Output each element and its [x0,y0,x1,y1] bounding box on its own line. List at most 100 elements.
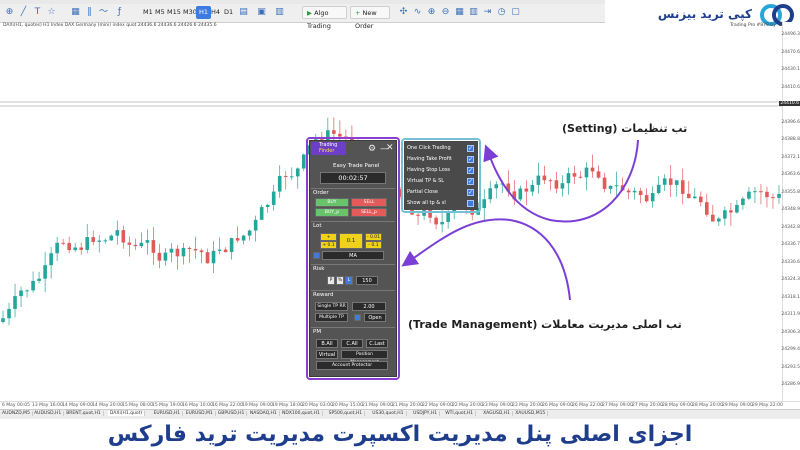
sell-pending-button[interactable]: SELL_p [351,208,387,217]
lot-value-field[interactable]: 0.1 [339,233,363,249]
buy-pending-button[interactable]: BUY_p [315,208,349,217]
settings-gear-icon[interactable]: ⚙ [368,144,376,154]
candle-body [289,176,294,178]
candle-body [253,219,258,231]
new-order-button[interactable]: + New Order [350,6,390,30]
lot-mode-toggle[interactable] [313,252,320,259]
shift-icon[interactable]: ⇥ [482,7,493,18]
time-label: 22 May 09:00 [422,403,453,408]
chart-tab[interactable]: EURUSD,H1 [152,411,184,416]
candle-body [265,204,270,208]
time-label: 23 May 20:00 [512,403,543,408]
trade-management-annotation: تب اصلی مدیریت معاملات (Trade Management… [408,318,682,331]
chart-tab[interactable]: NASDAQ,H1 [248,411,280,416]
chart-tab[interactable]: USDJPY,H1 [411,411,441,416]
time-label: 19 May 18:00 [272,403,303,408]
setting-annotation: تب تنظیمات (Setting) [562,122,688,135]
candle-body [25,290,29,292]
risk-value-field[interactable]: 150 [356,276,378,285]
lot-mode-field[interactable]: MA [322,251,384,260]
sell-button[interactable]: SELL [351,198,387,207]
chart-tab[interactable]: XAGUSD,H1 [481,411,513,416]
candle-body [241,235,246,241]
close-all-button[interactable]: C.All [341,339,363,348]
lot-plus-001-button[interactable]: + 0.01 [320,233,337,247]
close-icon[interactable]: ✕ [386,143,394,153]
chart-tab[interactable]: XAUUSD,M15 [513,411,549,416]
tile-icon[interactable]: ▦ [454,7,465,18]
indicator-icon[interactable]: ƒ [114,7,125,18]
chart-line-icon[interactable]: 〜 [98,7,109,18]
open-button[interactable]: Open [364,313,386,322]
candle-body [771,197,775,199]
chart-tab[interactable]: BRENT,quot,H1 [64,411,104,416]
time-label: 26 May 09:00 [542,403,573,408]
candle-body [777,193,781,198]
candle-body [109,235,114,241]
chart-tab[interactable]: US30,quot,H1 [370,411,407,416]
candle-body [747,191,751,199]
candle-body [67,242,71,251]
candles-icon[interactable]: ‖ [84,7,95,18]
logo-line2: Finder [319,148,335,154]
grid-icon[interactable]: ▦ [70,7,81,18]
lot-plus-01-button[interactable]: + 0.1 [320,241,337,249]
crosshair-icon[interactable]: ✣ [398,7,409,18]
zoom-in-icon[interactable]: ⊕ [426,7,437,18]
order-label: Order [313,190,329,196]
position-management-button[interactable]: Position Management [341,350,388,365]
candle-body [19,290,23,297]
trade-arrow [401,218,571,301]
candle-body [163,252,168,261]
close-all-buy-button[interactable]: B.All [316,339,338,348]
risk-lot-button[interactable]: L [345,276,353,285]
candle-body [151,240,156,253]
wave-icon[interactable]: ∿ [412,7,423,18]
scroll-icon[interactable]: ▥ [468,7,479,18]
virtual-button[interactable]: Virtual [316,350,338,359]
buy-button[interactable]: BUY [315,198,349,207]
template-icon[interactable]: ▣ [256,7,267,18]
tf-d1[interactable]: D1 [221,6,236,19]
shapes-icon[interactable]: ☆ [46,7,57,18]
period-icon[interactable]: ▤ [238,7,249,18]
divider [311,290,395,291]
risk-points-button[interactable]: P [327,276,335,285]
candle-body [157,252,162,261]
price-label: 24363.6 [781,172,800,177]
lot-minus-01-button[interactable]: - 0.1 [365,241,382,249]
candle-body [735,204,739,213]
candle-body [199,250,204,253]
lot-minus-001-button[interactable]: - 0.01 [365,233,382,241]
candle-body [235,238,240,241]
zoom-out-icon[interactable]: ⊖ [440,7,451,18]
account-protector-button[interactable]: Account Protector [316,361,388,370]
close-last-button[interactable]: C.Last [366,339,388,348]
chart-tab[interactable]: WTI,quot,H1 [443,411,477,416]
chart-tab[interactable]: AUDNZD,M5 [0,411,33,416]
time-label: 16 May 10:00 [182,403,213,408]
screenshot-icon[interactable]: ▢ [510,7,521,18]
candle-body [133,244,138,247]
cursor-icon[interactable]: ⊕ [4,7,15,18]
risk-percent-button[interactable]: % [336,276,344,285]
chart-tab[interactable]: EURUSD,M1 [184,411,216,416]
time-label: 28 May 09:00 [662,403,693,408]
multiple-tp-checkbox[interactable] [354,314,361,321]
candle-body [259,207,264,220]
price-axis: 24496.324470.624430.124410.624404.124396… [779,22,800,402]
algo-trading-button[interactable]: ▶ Algo Trading [302,6,347,30]
chart-tab[interactable]: SP500,quot,H1 [327,411,366,416]
plus-icon: + [355,9,363,17]
profile-icon[interactable]: ▥ [274,7,285,18]
chart-tab[interactable]: NDX100,quot,H1 [280,411,323,416]
text-icon[interactable]: T [32,7,43,18]
line-icon[interactable]: ╱ [18,7,29,18]
chart-tabs: AUDNZD,M5 AUDUSD,H1 BRENT,quot,H1 DAXi(H1,q… [0,409,800,419]
chart-tab[interactable]: AUDUSD,H1 [32,411,65,416]
single-tp-value-field[interactable]: 2.00 [352,302,386,311]
clock-icon[interactable]: ◷ [496,7,507,18]
chart-tab[interactable]: GBPUSD,H1 [216,411,248,416]
chart-tab[interactable]: DAXi(H1,quot) [107,411,146,416]
candle-body [169,248,174,253]
